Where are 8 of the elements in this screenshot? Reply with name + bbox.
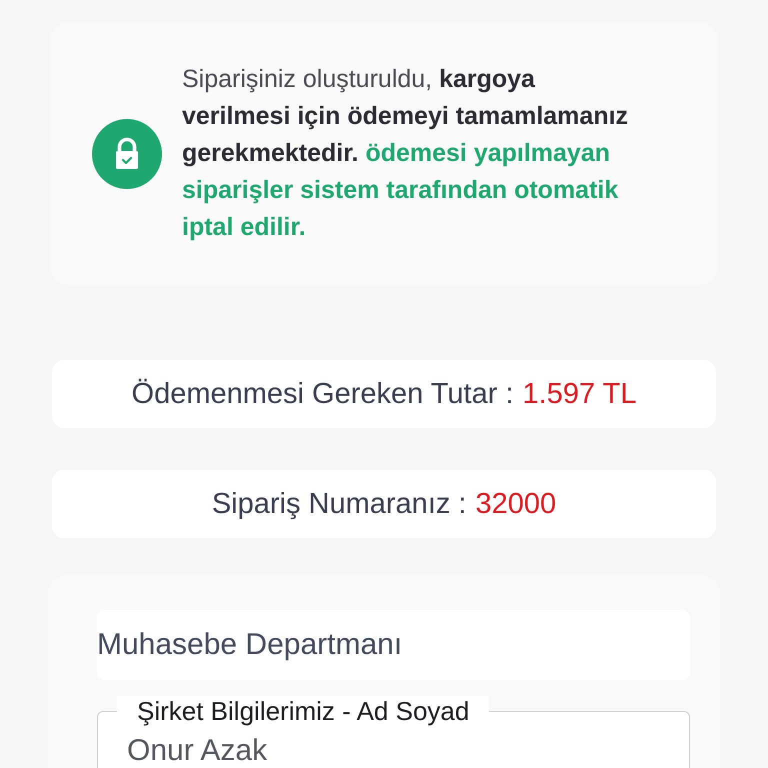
summary-value: 1.597 TL <box>522 378 636 410</box>
lock-icon <box>92 118 162 188</box>
summary-value: 32000 <box>476 488 556 520</box>
name-field[interactable]: Şirket Bilgilerimiz - Ad Soyad Onur Azak <box>97 696 690 768</box>
summary-label: Ödemenmesi Gereken Tutar : <box>132 378 514 410</box>
notice-text: Siparişiniz oluşturuldu, kargoya verilmesi için ödemeyi tamamlamanız gerekmektedir. ödemesi yapılmayan siparişler sistem tarafından otomatik iptal edilir. <box>182 64 630 243</box>
summary-label: Sipariş Numaranız : <box>212 488 466 520</box>
department-field[interactable]: Muhasebe Departmanı <box>97 610 690 680</box>
